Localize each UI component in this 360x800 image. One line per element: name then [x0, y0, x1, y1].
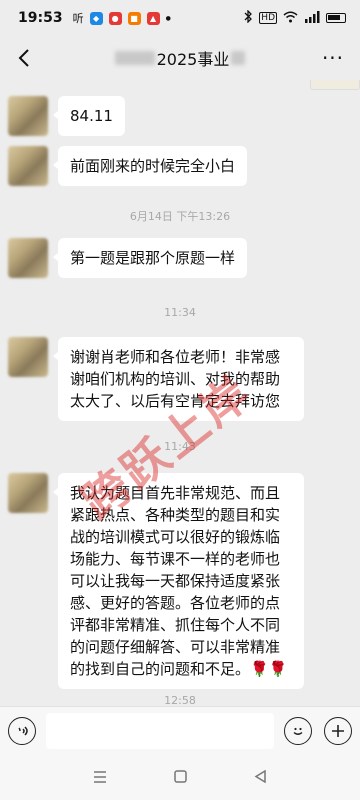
partial-message-card[interactable]: [310, 80, 360, 90]
message-row: 84.11: [8, 96, 125, 136]
blurred-title-prefix: [114, 51, 155, 65]
message-row: 前面刚来的时候完全小白: [8, 146, 248, 186]
message-row: 我认为题目首先非常规范、而且紧跟热点、各种类型的题目和实战的培训模式可以很好的锻…: [8, 473, 304, 689]
message-text: 我认为题目首先非常规范、而且紧跟热点、各种类型的题目和实战的培训模式可以很好的锻…: [70, 484, 288, 678]
message-bubble[interactable]: 第一题是跟那个原题一样: [52, 238, 248, 278]
message-row: 第一题是跟那个原题一样: [8, 238, 248, 278]
app-icon-2: ●: [108, 11, 122, 25]
status-time: 19:53: [18, 10, 63, 26]
back-system-button[interactable]: [254, 768, 267, 787]
timestamp: 12:58: [164, 694, 196, 706]
message-text: 前面刚来的时候完全小白: [70, 157, 236, 175]
home-icon: [174, 769, 187, 783]
avatar[interactable]: [8, 337, 48, 377]
message-text: 84.11: [70, 107, 113, 125]
menu-icon: [94, 770, 107, 783]
timestamp: 11:43: [164, 440, 196, 453]
more-icon: ···: [321, 46, 345, 70]
message-input-bar: [0, 706, 360, 754]
avatar[interactable]: [8, 473, 48, 513]
message-input[interactable]: [46, 712, 274, 749]
chat-title: 2025事业: [114, 46, 246, 70]
avatar[interactable]: [8, 146, 48, 186]
menu-button[interactable]: [93, 768, 107, 787]
chat-header: 2025事业 ···: [0, 36, 360, 80]
back-button[interactable]: [10, 44, 38, 72]
chat-area[interactable]: 84.11 前面刚来的时候完全小白 6月14日 下午13:26 第一题是跟那个原…: [0, 80, 360, 706]
add-button[interactable]: [324, 716, 352, 745]
dot-icon: ●: [165, 14, 171, 22]
system-navigation-bar: [0, 754, 360, 800]
message-bubble[interactable]: 84.11: [53, 96, 125, 136]
hd-icon: HD: [259, 12, 277, 24]
chevron-left-icon: [18, 49, 29, 67]
message-text: 第一题是跟那个原题一样: [70, 249, 236, 267]
home-button[interactable]: [174, 768, 187, 787]
message-bubble[interactable]: 谢谢肖老师和各位老师！非常感谢咱们机构的培训、对我的帮助太大了、以后有空肯定去拜…: [53, 337, 304, 421]
wifi-icon: [283, 11, 298, 26]
voice-button[interactable]: [8, 716, 36, 745]
status-bar: 19:53 听 ◆ ● ■ ▲ ● HD: [0, 0, 360, 36]
message-bubble[interactable]: 我认为题目首先非常规范、而且紧跟热点、各种类型的题目和实战的培训模式可以很好的锻…: [53, 473, 304, 689]
timestamp: 11:34: [164, 306, 196, 319]
listen-icon: 听: [72, 12, 84, 25]
signal-icon: [304, 10, 320, 26]
triangle-back-icon: [254, 769, 266, 783]
app-icon-4: ▲: [146, 11, 160, 25]
bluetooth-icon: [243, 9, 253, 26]
chat-title-text: 2025事业: [156, 50, 230, 69]
message-bubble[interactable]: 前面刚来的时候完全小白: [52, 146, 248, 186]
battery-icon: [326, 13, 346, 23]
voice-icon: [18, 725, 28, 736]
message-text: 谢谢肖老师和各位老师！非常感谢咱们机构的培训、对我的帮助太大了、以后有空肯定去拜…: [70, 348, 281, 410]
emoji-icon: [293, 727, 303, 735]
app-icon-3: ■: [127, 11, 141, 25]
blurred-title-suffix: [231, 51, 246, 65]
avatar[interactable]: [8, 96, 48, 136]
status-right-icons: HD: [243, 9, 346, 26]
status-left-icons: 听 ◆ ● ■ ▲ ●: [73, 10, 171, 26]
more-options-button[interactable]: ···: [318, 44, 348, 72]
timestamp: 6月14日 下午13:26: [129, 210, 231, 223]
emoji-button[interactable]: [284, 716, 312, 745]
avatar[interactable]: [8, 238, 48, 278]
input-actions: [284, 716, 352, 745]
plus-icon: [332, 724, 344, 737]
app-icon-1: ◆: [89, 11, 103, 25]
message-row: 谢谢肖老师和各位老师！非常感谢咱们机构的培训、对我的帮助太大了、以后有空肯定去拜…: [8, 337, 304, 421]
